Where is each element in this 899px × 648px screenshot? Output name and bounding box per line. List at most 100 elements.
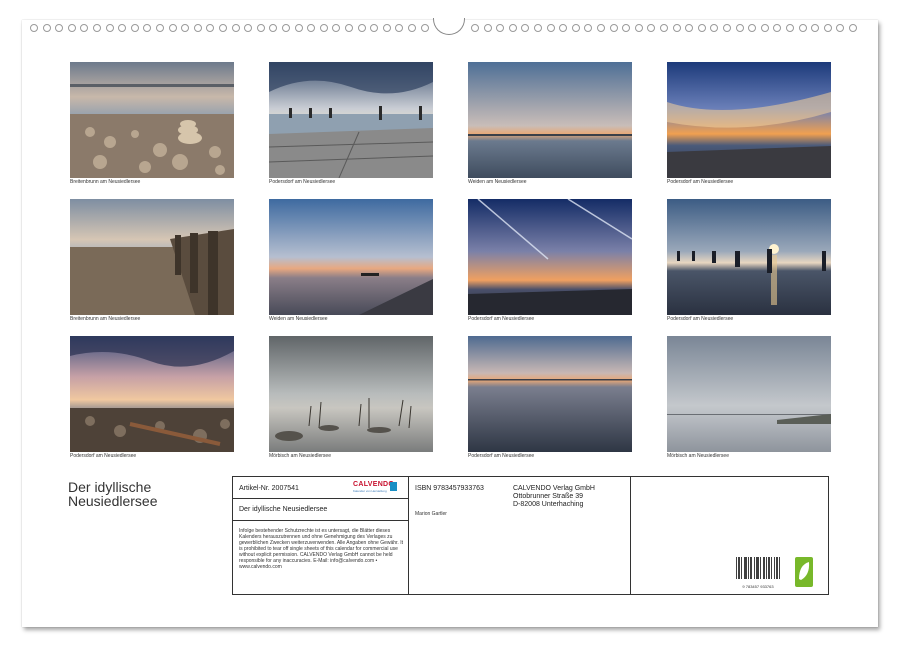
binding-ring [584, 24, 592, 32]
binding-ring [723, 24, 731, 32]
binding-ring [131, 24, 139, 32]
caption: Podersdorf am Neusiedlersee [667, 316, 733, 322]
binding-ring [799, 24, 807, 32]
photo-weiden-boat [269, 199, 433, 315]
binding-ring [282, 24, 290, 32]
binding-ring [773, 24, 781, 32]
binding-ring [320, 24, 328, 32]
binding-ring [295, 24, 303, 32]
photo-podersdorf-contrails [468, 199, 632, 315]
photo-podersdorf-rocks-sunset [70, 336, 234, 452]
binding-ring [811, 24, 819, 32]
binding-ring [55, 24, 63, 32]
photo-breitenbrunn-pebbles [70, 62, 234, 178]
photo-moerbisch-grey [667, 336, 831, 452]
binding-ring [836, 24, 844, 32]
photo-moerbisch-reeds [269, 336, 433, 452]
photo-podersdorf-sunset-clouds [667, 62, 831, 178]
binding-ring [660, 24, 668, 32]
calvendo-logo-sub: Kalender von Herstellung [353, 489, 387, 493]
binding-ring [698, 24, 706, 32]
binding-ring [421, 24, 429, 32]
binding-ring [471, 24, 479, 32]
caption: Weiden am Neusiedlersee [269, 316, 328, 322]
binding-ring [80, 24, 88, 32]
binding-ring [572, 24, 580, 32]
binding-ring [559, 24, 567, 32]
binding-ring [257, 24, 265, 32]
caption: Mörbisch am Neusiedlersee [667, 453, 729, 459]
binding-ring [30, 24, 38, 32]
binding-ring [232, 24, 240, 32]
photo-podersdorf-pier [269, 62, 433, 178]
caption: Weiden am Neusiedlersee [468, 179, 527, 185]
calendar-title-line1: Der idyllische [68, 480, 218, 494]
binding-ring [332, 24, 340, 32]
binding-ring [181, 24, 189, 32]
binding-ring [345, 24, 353, 32]
eco-leaf-icon [795, 557, 813, 587]
barcode-number: 9 783457 933763 [736, 584, 780, 590]
photo-podersdorf-calm [468, 336, 632, 452]
calendar-title-line2: Neusiedlersee [68, 494, 218, 508]
caption: Podersdorf am Neusiedlersee [468, 453, 534, 459]
calendar-title: Der idyllische Neusiedlersee [68, 480, 218, 508]
binding-ring [521, 24, 529, 32]
photo-podersdorf-posts-sun [667, 199, 831, 315]
barcode-icon: 9 783457 933763 [736, 557, 780, 585]
binding-ring [635, 24, 643, 32]
calvendo-logo: CALVENDO [353, 481, 394, 488]
publisher-name: CALVENDO Verlag GmbH [513, 485, 595, 493]
binding-ring [786, 24, 794, 32]
binding-ring [219, 24, 227, 32]
binding-ring [824, 24, 832, 32]
binding-ring [509, 24, 517, 32]
publisher-street: Ottobrunner Straße 39 [513, 493, 595, 501]
binding-ring [206, 24, 214, 32]
binding-ring [647, 24, 655, 32]
binding-ring [849, 24, 857, 32]
binding-ring [169, 24, 177, 32]
binding-ring [43, 24, 51, 32]
binding-ring [547, 24, 555, 32]
binding-ring [736, 24, 744, 32]
binding-ring [269, 24, 277, 32]
caption: Podersdorf am Neusiedlersee [667, 179, 733, 185]
author: Marion Gartler [415, 511, 447, 517]
binding-ring [68, 24, 76, 32]
photo-breitenbrunn-breakwater [70, 199, 234, 315]
publisher-city: D-82008 Unterhaching [513, 501, 595, 509]
binding-ring [395, 24, 403, 32]
caption: Podersdorf am Neusiedlersee [269, 179, 335, 185]
binding-ring [610, 24, 618, 32]
binding-ring [748, 24, 756, 32]
binding-ring [143, 24, 151, 32]
imprint-box: Artikel-Nr. 2007541 CALVENDO Kalender vo… [232, 476, 829, 595]
binding-ring [761, 24, 769, 32]
binding-ring [370, 24, 378, 32]
binding-ring [710, 24, 718, 32]
binding-ring [597, 24, 605, 32]
caption: Podersdorf am Neusiedlersee [468, 316, 534, 322]
calvendo-logo-icon [390, 482, 397, 491]
caption: Podersdorf am Neusiedlersee [70, 453, 136, 459]
binding-ring [496, 24, 504, 32]
binding-ring [118, 24, 126, 32]
legal-text-de: Infolge bestehender Schutzrechte ist es … [239, 528, 399, 546]
legal-text: Infolge bestehender Schutzrechte ist es … [239, 528, 404, 570]
binding-ring [673, 24, 681, 32]
isbn: ISBN 9783457933763 [415, 485, 484, 492]
binding-ring [93, 24, 101, 32]
binding-ring [534, 24, 542, 32]
binding-ring [622, 24, 630, 32]
binding-ring [408, 24, 416, 32]
caption: Breitenbrunn am Neusiedlersee [70, 179, 140, 185]
binding-ring [383, 24, 391, 32]
binding-ring [685, 24, 693, 32]
binding-ring [484, 24, 492, 32]
publisher-address: CALVENDO Verlag GmbH Ottobrunner Straße … [513, 485, 595, 509]
article-number: Artikel-Nr. 2007541 [239, 485, 299, 492]
binding-ring [194, 24, 202, 32]
photo-weiden-horizon [468, 62, 632, 178]
binding-ring [307, 24, 315, 32]
